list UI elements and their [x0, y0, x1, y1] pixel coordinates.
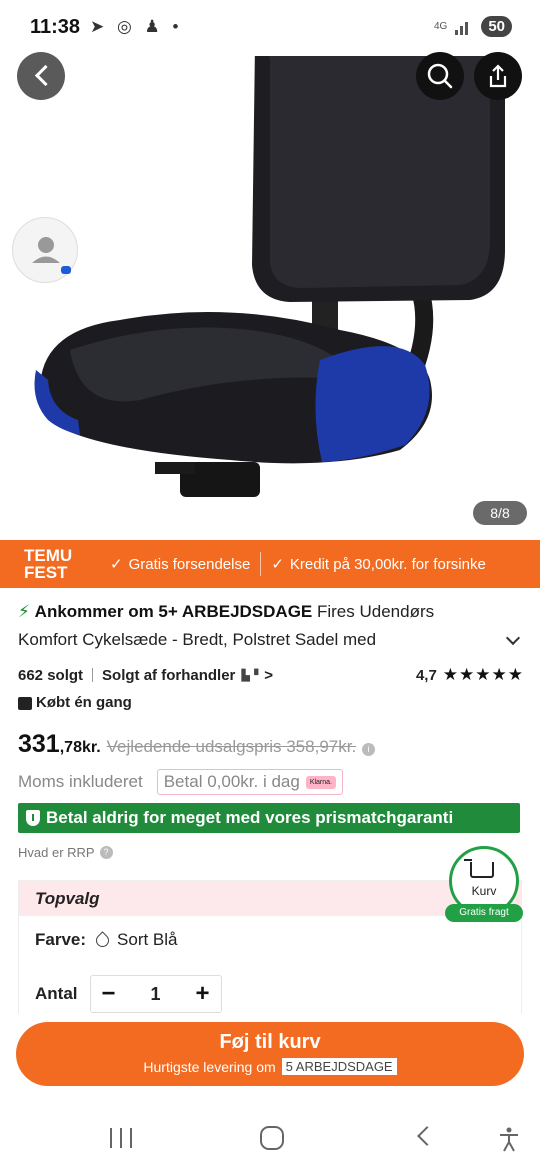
- floating-cart-button[interactable]: Kurv Gratis fragt: [445, 846, 523, 924]
- divider: [92, 668, 94, 682]
- promo-bar[interactable]: TEMU FEST ✓ Gratis forsendelse ✓ Kredit …: [0, 540, 540, 588]
- price-row: 331 ,78kr. Vejledende udsalgspris 358,97…: [18, 730, 376, 759]
- color-value: Sort Blå: [117, 930, 178, 949]
- star-rating-icons: ★★★★★: [442, 665, 524, 684]
- product-info: ⚡ Ankommer om 5+ ARBEJDSDAGE Fires Udend…: [0, 598, 540, 1020]
- recent-apps-icon[interactable]: [110, 1128, 132, 1148]
- check-icon: ✓: [271, 556, 284, 573]
- seller-avatar-button[interactable]: [12, 217, 78, 283]
- color-drop-icon: [93, 930, 112, 950]
- quantity-decrease-button[interactable]: −: [91, 976, 127, 1012]
- info-icon[interactable]: i: [362, 743, 376, 756]
- cart-handle: [464, 859, 472, 861]
- price-main: 331: [18, 730, 60, 758]
- lightning-icon: ⚡: [18, 602, 30, 621]
- chevron-right-icon[interactable]: >: [264, 667, 273, 684]
- delivery-badge: Ankommer om 5+ ARBEJDSDAGE: [34, 602, 313, 621]
- vat-row: Moms inkluderet Betal 0,00kr. i dag Klar…: [18, 769, 343, 795]
- back-nav-icon[interactable]: [417, 1126, 437, 1146]
- temu-fest-logo: TEMU FEST: [24, 546, 73, 582]
- sales-row: 662 solgt Solgt af forhandler ▙▝ > 4,7 ★…: [18, 664, 524, 686]
- rating-value: 4,7: [415, 666, 437, 684]
- check-icon: ✓: [110, 556, 123, 573]
- chevron-down-icon[interactable]: [505, 630, 521, 646]
- klarna-logo: Klarna.: [305, 775, 336, 789]
- quantity-increase-button[interactable]: +: [185, 976, 221, 1012]
- promo-item-free-shipping: ✓ Gratis forsendelse: [110, 555, 251, 574]
- search-icon: [427, 63, 453, 89]
- seller-link[interactable]: Solgt af forhandler: [102, 667, 235, 684]
- status-bar: 11:38 ➤ ◎ ♟ • 4G 50: [0, 0, 540, 56]
- store-icon: ▙▝: [241, 669, 259, 682]
- price-decimal: ,78kr.: [59, 739, 101, 756]
- share-button[interactable]: [474, 52, 522, 100]
- product-title[interactable]: ⚡ Ankommer om 5+ ARBEJDSDAGE Fires Udend…: [0, 598, 540, 654]
- vat-label: Moms inkluderet: [18, 772, 143, 791]
- avatar-icon: [32, 237, 71, 274]
- color-label: Farve:: [35, 930, 87, 949]
- bottom-action-bar: Føj til kurv Hurtigste levering om 5 ARB…: [0, 1014, 540, 1100]
- accessibility-icon[interactable]: [497, 1126, 521, 1152]
- back-button[interactable]: [17, 52, 65, 100]
- bought-once-row: Købt én gang: [18, 694, 132, 711]
- product-image-gallery[interactable]: 8/8: [0, 0, 540, 530]
- share-icon: [489, 64, 507, 88]
- price-match-guarantee[interactable]: Betal aldrig for meget med vores prismat…: [18, 803, 520, 833]
- shopping-bag-icon: [18, 697, 32, 710]
- quantity-value[interactable]: 1: [127, 984, 185, 1005]
- image-counter: 8/8: [473, 501, 527, 525]
- cart-label: Kurv: [471, 884, 497, 898]
- quantity-row: Antal − 1 +: [35, 975, 222, 1013]
- rrp-help-link[interactable]: Hvad er RRP ?: [18, 845, 113, 860]
- shield-icon: [26, 810, 40, 826]
- rrp-price: Vejledende udsalgspris 358,97kr.: [106, 737, 357, 756]
- home-icon[interactable]: [260, 1126, 284, 1150]
- cart-icon: [470, 862, 494, 878]
- quantity-label: Antal: [35, 984, 78, 1003]
- add-to-cart-label: Føj til kurv: [219, 1031, 321, 1053]
- battery-indicator: 50: [481, 16, 512, 37]
- free-shipping-badge: Gratis fragt: [445, 904, 523, 922]
- notification-icons: ➤ ◎ ♟ •: [90, 17, 183, 36]
- status-right: 4G 50: [434, 16, 512, 37]
- delivery-days: 5 ARBEJDSDAGE: [281, 1058, 397, 1075]
- promo-item-credit: ✓ Kredit på 30,00kr. for forsinke: [271, 555, 486, 574]
- search-button[interactable]: [416, 52, 464, 100]
- add-to-cart-button[interactable]: Føj til kurv Hurtigste levering om 5 ARB…: [16, 1022, 524, 1086]
- sold-count: 662 solgt: [18, 666, 84, 684]
- help-icon: ?: [99, 846, 113, 859]
- rating[interactable]: 4,7 ★★★★★: [416, 665, 524, 685]
- network-indicator: 4G: [433, 20, 448, 32]
- quantity-stepper[interactable]: − 1 +: [89, 975, 222, 1013]
- klarna-pay-today[interactable]: Betal 0,00kr. i dag Klarna.: [156, 769, 343, 795]
- signal-icon: [455, 19, 473, 35]
- status-time: 11:38: [30, 16, 81, 38]
- system-navigation-bar: [0, 1106, 540, 1170]
- fastest-delivery-note: Hurtigste levering om 5 ARBEJDSDAGE: [16, 1058, 524, 1075]
